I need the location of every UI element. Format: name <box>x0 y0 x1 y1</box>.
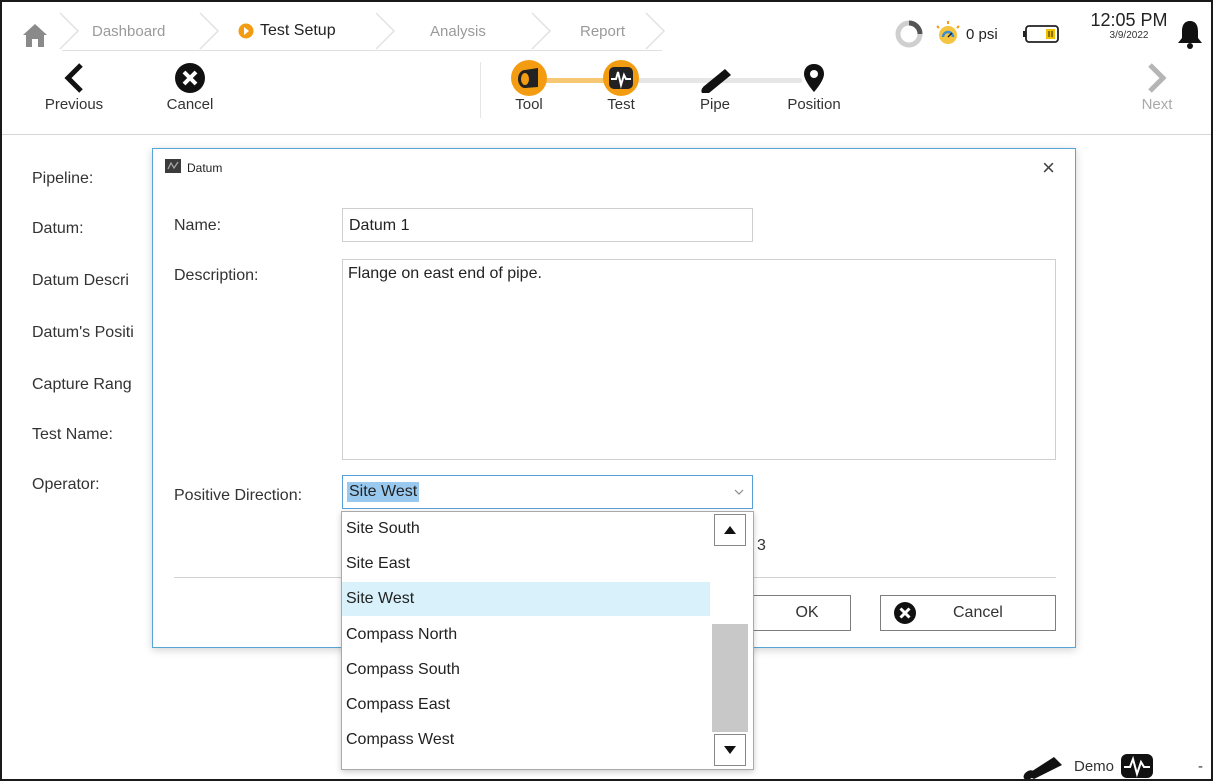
breadcrumb-dashboard[interactable]: Dashboard <box>92 12 165 50</box>
chevron-down-icon <box>734 484 744 502</box>
close-icon[interactable]: × <box>1042 157 1055 179</box>
previous-button[interactable]: Previous <box>38 60 110 113</box>
dialog-titlebar: Datum <box>165 159 222 176</box>
ok-label: OK <box>795 604 819 621</box>
breadcrumb-separator-icon <box>644 11 668 51</box>
option-compass-south[interactable]: Compass South <box>342 653 710 687</box>
step-pipe[interactable]: Pipe <box>688 60 742 113</box>
arrow-circle-icon <box>238 23 254 39</box>
option-site-south[interactable]: Site South <box>342 512 710 546</box>
toolbar-divider <box>480 62 481 118</box>
positive-direction-label: Positive Direction: <box>174 487 303 504</box>
triangle-up-icon <box>724 521 736 539</box>
breadcrumb-test-setup[interactable]: Test Setup <box>238 12 336 50</box>
operator-label: Operator: <box>32 476 100 493</box>
option-compass-west[interactable]: Compass West <box>342 723 710 757</box>
positive-direction-select[interactable]: Site West <box>342 475 753 509</box>
cancel-toolbar-button[interactable]: Cancel <box>162 60 218 113</box>
obscured-text: 3 <box>757 537 766 554</box>
breadcrumb-separator-icon <box>58 11 82 51</box>
app-icon <box>165 159 181 176</box>
dialog-title: Datum <box>187 160 223 175</box>
capture-range-label: Capture Rang <box>32 376 132 393</box>
cancel-circle-icon <box>893 601 917 625</box>
breadcrumb-separator-icon <box>198 11 222 51</box>
breadcrumb-analysis[interactable]: Analysis <box>430 12 486 50</box>
step-position[interactable]: Position <box>774 60 854 113</box>
pipe-icon <box>688 60 742 96</box>
pipe-icon <box>1018 752 1066 779</box>
step-test-label: Test <box>607 96 635 113</box>
option-site-east[interactable]: Site East <box>342 547 710 581</box>
datum-description-label: Datum Descri <box>32 272 129 289</box>
chevron-left-icon <box>38 60 110 96</box>
pipeline-label: Pipeline: <box>32 170 94 187</box>
step-pipe-label: Pipe <box>699 96 731 113</box>
scroll-up-button[interactable] <box>714 514 746 546</box>
top-bar: Dashboard Test Setup Analysis Report 0 p… <box>2 2 1211 135</box>
breadcrumb-divider <box>62 50 662 51</box>
dialog-cancel-label: Cancel <box>953 604 1003 621</box>
description-label: Description: <box>174 267 259 284</box>
bell-icon[interactable] <box>1176 16 1204 52</box>
battery-icon <box>1022 16 1062 52</box>
test-waveform-icon <box>1120 752 1154 779</box>
footer-trailing: - <box>1198 757 1203 775</box>
option-site-west[interactable]: Site West <box>342 582 710 616</box>
test-waveform-icon <box>594 60 648 96</box>
pressure-readout: 0 psi <box>966 25 998 43</box>
scroll-thumb[interactable] <box>712 624 748 732</box>
map-pin-icon <box>774 60 854 96</box>
tool-step-icon <box>502 60 556 96</box>
pressure-gauge-icon <box>934 16 962 52</box>
app-window: Dashboard Test Setup Analysis Report 0 p… <box>0 0 1213 781</box>
step-tool[interactable]: Tool <box>502 60 556 113</box>
test-name-label: Test Name: <box>32 426 113 443</box>
sync-spinner-icon <box>894 16 924 52</box>
datum-label: Datum: <box>32 220 84 237</box>
breadcrumb-separator-icon <box>374 11 398 51</box>
step-tool-label: Tool <box>515 96 543 113</box>
demo-label: Demo <box>1074 757 1115 775</box>
direction-dropdown-list[interactable]: Site South Site East Site West Compass N… <box>341 511 754 770</box>
triangle-down-icon <box>724 741 736 759</box>
cancel-toolbar-label: Cancel <box>166 96 214 113</box>
clock: 12:05 PM 3/9/2022 <box>1086 10 1172 42</box>
name-input[interactable]: Datum 1 <box>342 208 753 242</box>
dropdown-scrollbar[interactable] <box>712 512 752 769</box>
description-textarea[interactable]: Flange on east end of pipe. <box>342 259 1056 460</box>
dialog-cancel-button[interactable]: Cancel <box>880 595 1056 631</box>
datum-position-label: Datum's Positi <box>32 324 134 341</box>
breadcrumb-report[interactable]: Report <box>580 12 625 50</box>
positive-direction-value: Site West <box>347 482 420 502</box>
option-compass-east[interactable]: Compass East <box>342 688 710 722</box>
clock-time: 12:05 PM <box>1090 10 1168 30</box>
name-label: Name: <box>174 217 222 234</box>
step-position-label: Position <box>787 96 841 113</box>
chevron-right-icon <box>1132 60 1182 96</box>
clock-date: 3/9/2022 <box>1109 30 1149 41</box>
option-compass-north[interactable]: Compass North <box>342 618 710 652</box>
home-icon[interactable] <box>20 20 50 50</box>
step-test[interactable]: Test <box>594 60 648 113</box>
scroll-down-button[interactable] <box>714 734 746 766</box>
cancel-circle-icon <box>162 60 218 96</box>
breadcrumb-test-setup-label: Test Setup <box>260 22 336 39</box>
previous-label: Previous <box>44 96 104 113</box>
next-button[interactable]: Next <box>1132 60 1182 113</box>
next-label: Next <box>1141 96 1173 113</box>
breadcrumb-separator-icon <box>530 11 554 51</box>
